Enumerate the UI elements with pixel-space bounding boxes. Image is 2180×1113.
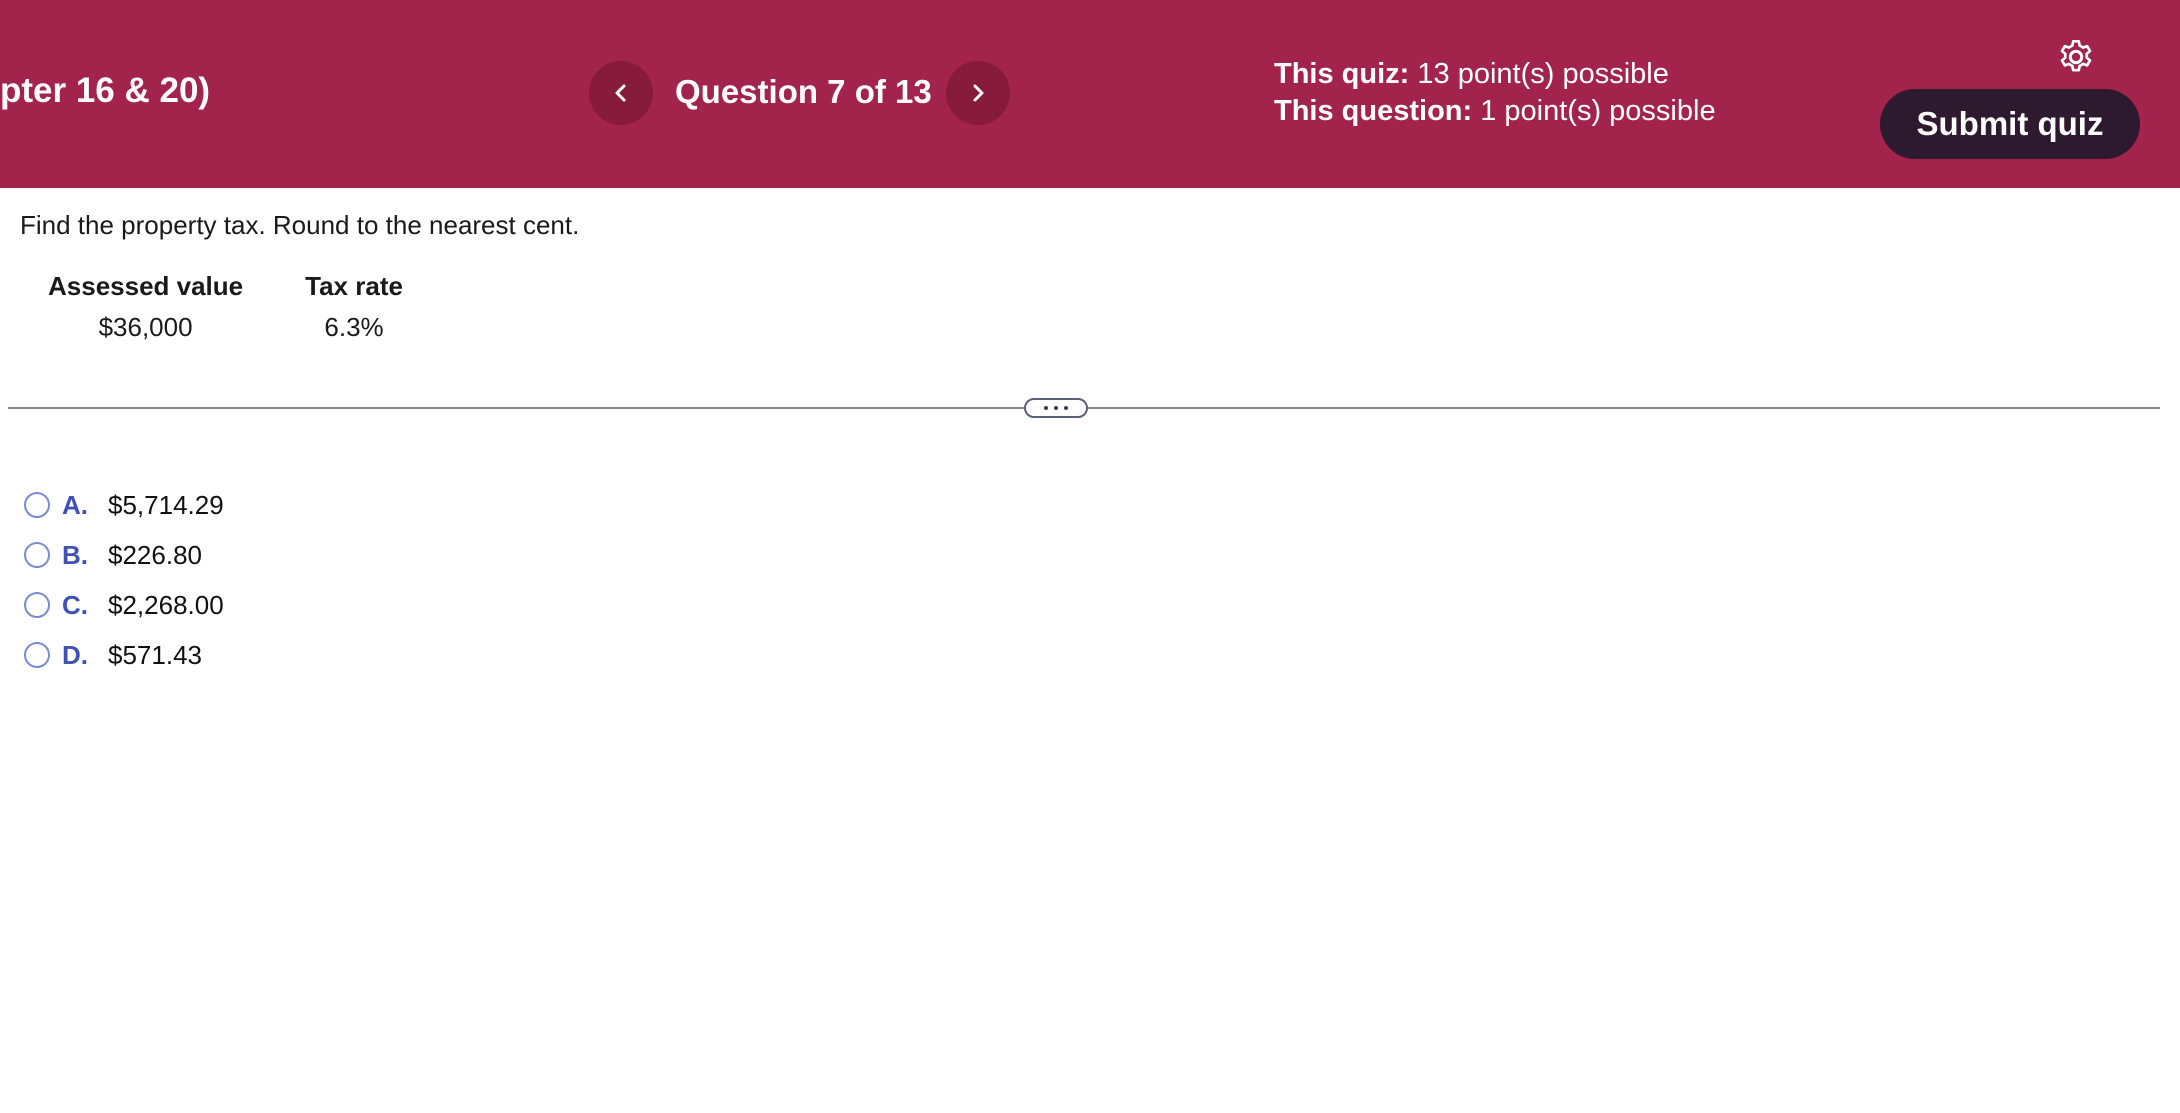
choice-d[interactable]: D. $571.43 [24,630,224,680]
question-prompt: Find the property tax. Round to the near… [20,210,580,240]
choice-value: $5,714.29 [108,489,224,520]
pane-resize-handle[interactable] [1024,398,1088,418]
table-header-assessed-value: Assessed value [48,271,244,301]
handle-dot [1044,406,1048,410]
choice-value: $226.80 [108,539,202,570]
next-question-button[interactable] [946,61,1010,125]
submit-quiz-button[interactable]: Submit quiz [1880,89,2140,159]
choice-value: $571.43 [108,639,202,670]
quiz-header: pter 16 & 20) Question 7 of 13 This quiz… [0,0,2180,188]
question-points: This question: 1 point(s) possible [1274,93,1716,130]
points-summary: This quiz: 13 point(s) possible This que… [1274,56,1716,130]
choice-c[interactable]: C. $2,268.00 [24,580,224,630]
table-header-tax-rate: Tax rate [305,271,403,301]
tax-rate-cell: 6.3% [324,312,384,342]
quiz-points-label: This quiz: [1274,58,1410,90]
table-row: $36,000 6.3% [36,312,415,343]
radio-button[interactable] [24,492,50,518]
question-data-table: Assessed value Tax rate $36,000 6.3% [36,271,415,343]
choice-letter: B. [62,539,88,570]
choice-a[interactable]: A. $5,714.29 [24,480,224,530]
chevron-right-icon [973,84,984,102]
quiz-points: This quiz: 13 point(s) possible [1274,56,1716,93]
answer-choices: A. $5,714.29 B. $226.80 C. $2,268.00 D. … [24,480,224,680]
radio-button[interactable] [24,642,50,668]
question-points-value: 1 point(s) possible [1480,95,1716,127]
handle-dot [1064,406,1068,410]
handle-dot [1054,406,1058,410]
radio-button[interactable] [24,592,50,618]
choice-b[interactable]: B. $226.80 [24,530,224,580]
chevron-left-icon [615,84,626,102]
previous-question-button[interactable] [589,61,653,125]
choice-letter: C. [62,589,88,620]
question-counter: Question 7 of 13 [675,73,932,110]
radio-button[interactable] [24,542,50,568]
choice-value: $2,268.00 [108,589,224,620]
question-points-label: This question: [1274,95,1473,127]
gear-icon[interactable] [2056,37,2096,77]
quiz-points-value: 13 point(s) possible [1417,58,1669,90]
quiz-title: pter 16 & 20) [0,71,211,110]
choice-letter: D. [62,639,88,670]
choice-letter: A. [62,489,88,520]
assessed-value-cell: $36,000 [98,312,193,342]
